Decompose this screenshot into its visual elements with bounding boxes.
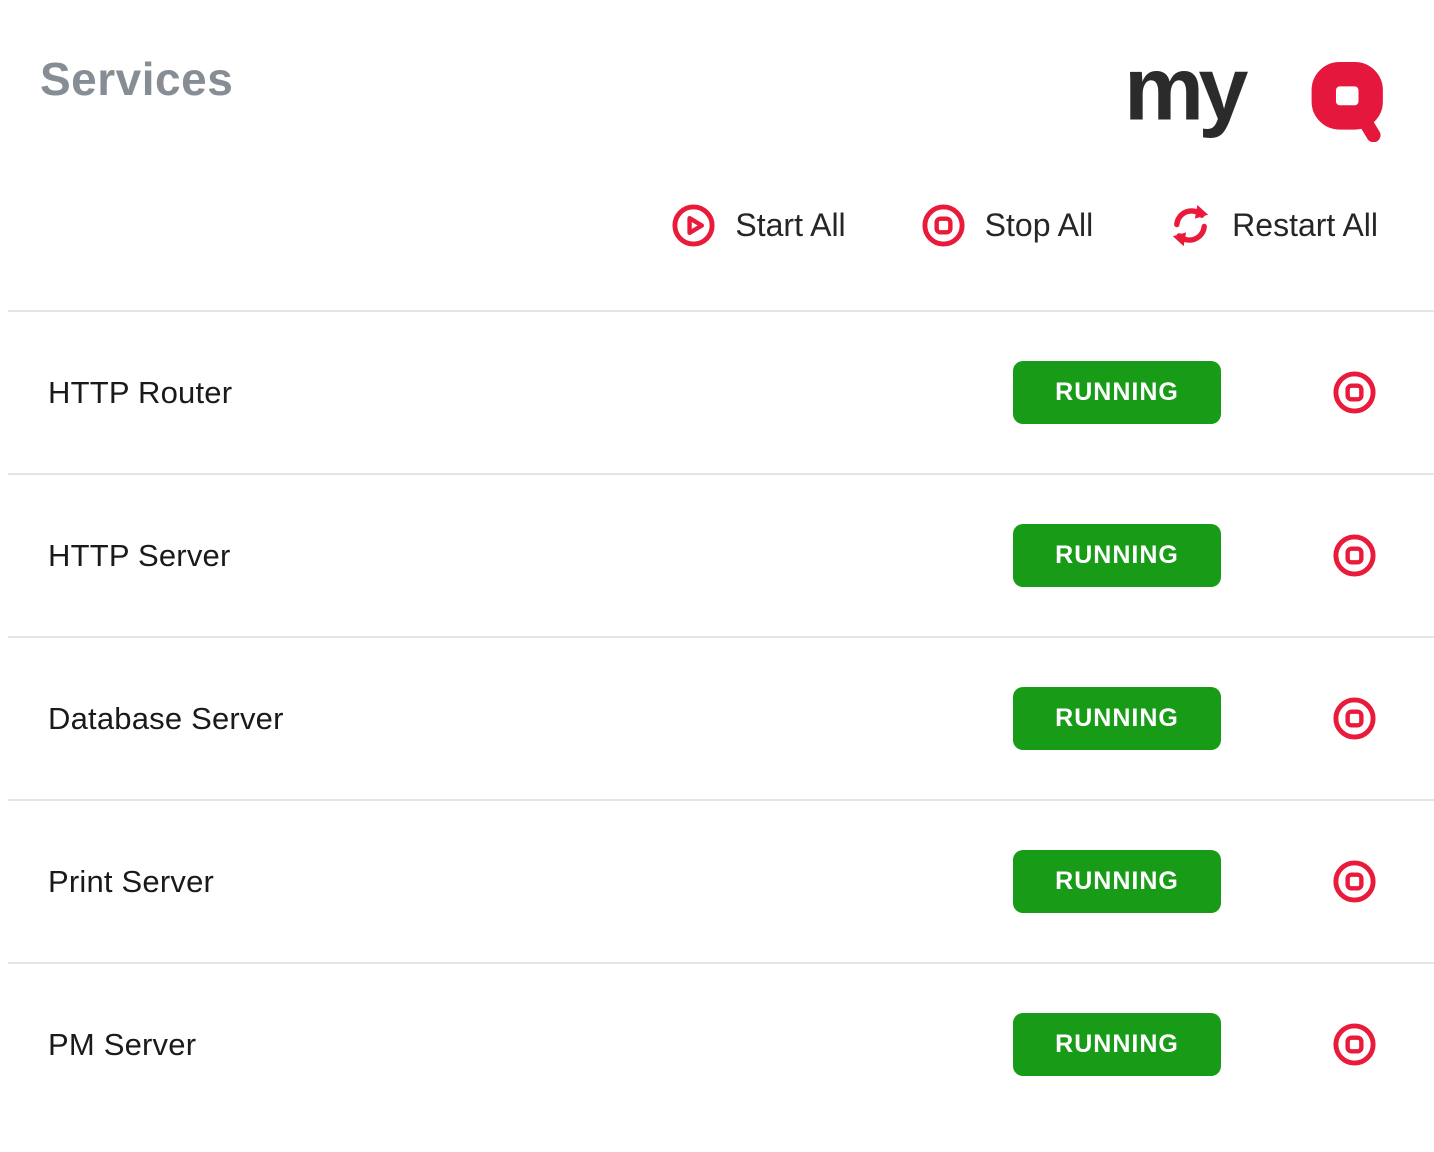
service-name: HTTP Router bbox=[48, 375, 232, 411]
myq-logo-graphic: my bbox=[1124, 44, 1396, 142]
services-toolbar: Start All Stop All bbox=[0, 190, 1434, 260]
services-list: HTTP Router RUNNING HTTP Server RUNNING bbox=[0, 310, 1434, 1125]
restart-icon bbox=[1167, 202, 1214, 249]
stop-service-button[interactable] bbox=[1331, 1021, 1378, 1068]
stop-circle-icon bbox=[1331, 369, 1378, 416]
service-row-http-server: HTTP Server RUNNING bbox=[8, 473, 1434, 636]
myq-logo: my bbox=[1124, 44, 1396, 147]
status-badge: RUNNING bbox=[1013, 524, 1221, 587]
stop-circle-icon bbox=[920, 202, 967, 249]
stop-all-label: Stop All bbox=[985, 207, 1094, 244]
stop-circle-icon bbox=[1331, 695, 1378, 742]
stop-service-button[interactable] bbox=[1331, 369, 1378, 416]
restart-all-button[interactable]: Restart All bbox=[1167, 202, 1378, 249]
services-page: Services my Start All bbox=[0, 0, 1434, 1152]
service-row-print-server: Print Server RUNNING bbox=[8, 799, 1434, 962]
service-name: HTTP Server bbox=[48, 538, 231, 574]
status-badge: RUNNING bbox=[1013, 361, 1221, 424]
stop-circle-icon bbox=[1331, 532, 1378, 579]
page-header: Services my bbox=[0, 0, 1434, 150]
stop-service-button[interactable] bbox=[1331, 858, 1378, 905]
stop-service-button[interactable] bbox=[1331, 695, 1378, 742]
status-badge: RUNNING bbox=[1013, 850, 1221, 913]
service-name: Database Server bbox=[48, 701, 284, 737]
start-all-button[interactable]: Start All bbox=[670, 202, 845, 249]
svg-text:my: my bbox=[1124, 44, 1248, 139]
start-all-label: Start All bbox=[735, 207, 845, 244]
service-row-database-server: Database Server RUNNING bbox=[8, 636, 1434, 799]
stop-circle-icon bbox=[1331, 1021, 1378, 1068]
stop-service-button[interactable] bbox=[1331, 532, 1378, 579]
service-name: PM Server bbox=[48, 1027, 196, 1063]
service-row-http-router: HTTP Router RUNNING bbox=[8, 310, 1434, 473]
stop-circle-icon bbox=[1331, 858, 1378, 905]
status-badge: RUNNING bbox=[1013, 1013, 1221, 1076]
restart-all-label: Restart All bbox=[1232, 207, 1378, 244]
status-badge: RUNNING bbox=[1013, 687, 1221, 750]
myq-logo-q bbox=[1324, 74, 1374, 135]
service-row-pm-server: PM Server RUNNING bbox=[8, 962, 1434, 1125]
stop-all-button[interactable]: Stop All bbox=[920, 202, 1094, 249]
page-title: Services bbox=[40, 54, 233, 105]
service-name: Print Server bbox=[48, 864, 214, 900]
play-circle-icon bbox=[670, 202, 717, 249]
